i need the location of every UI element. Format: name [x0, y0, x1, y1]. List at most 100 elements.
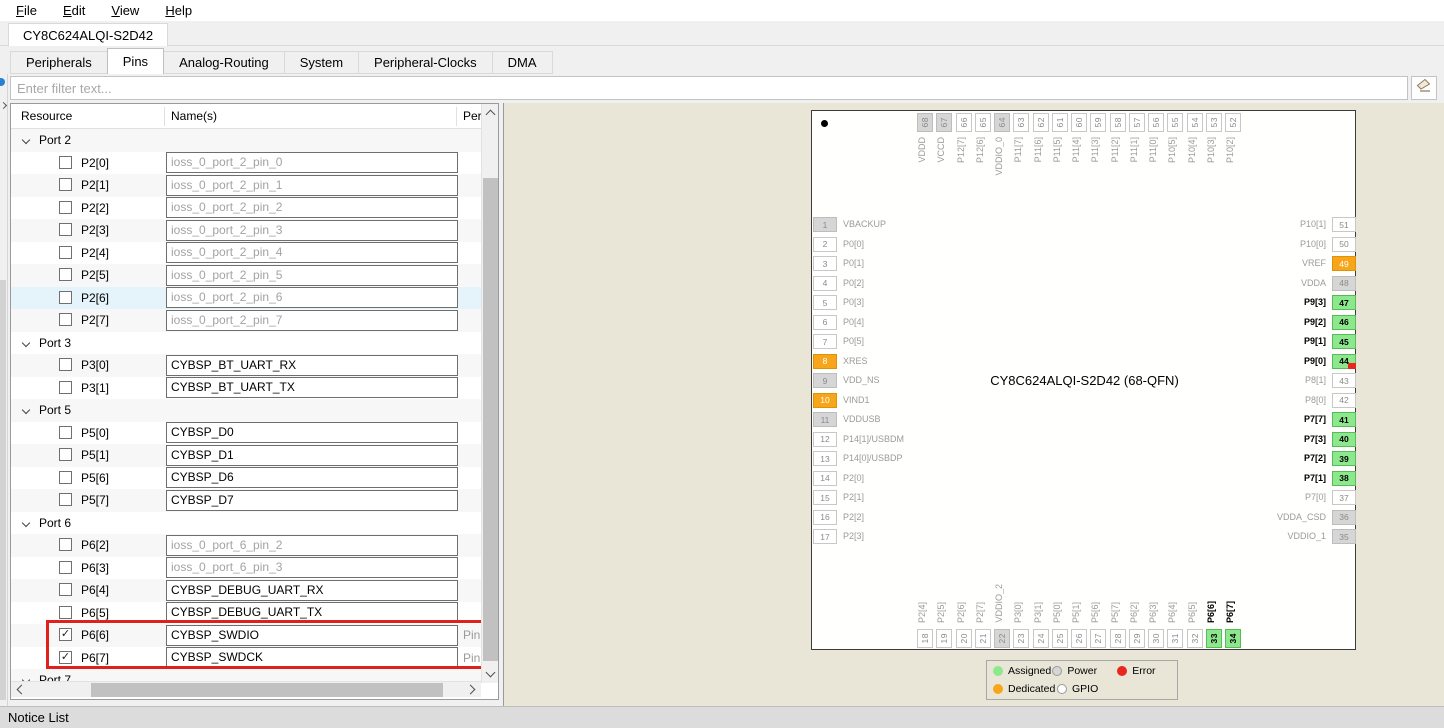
pin-41-box[interactable]: 41: [1332, 412, 1356, 427]
pin-27-box[interactable]: 27: [1090, 629, 1106, 648]
table-row[interactable]: P6[4]CYBSP_DEBUG_UART_RX: [11, 579, 481, 602]
pin-16-box[interactable]: 16: [813, 510, 837, 525]
group-row[interactable]: Port 3: [11, 332, 481, 355]
left-splitter-thumb[interactable]: [0, 280, 6, 700]
table-row[interactable]: P2[1]ioss_0_port_2_pin_1: [11, 174, 481, 197]
pin-checkbox[interactable]: [59, 313, 72, 326]
pin-checkbox[interactable]: [59, 381, 72, 394]
pin-checkbox[interactable]: [59, 201, 72, 214]
pin-33-box[interactable]: 33: [1206, 629, 1222, 648]
pin-64-box[interactable]: 64: [994, 113, 1010, 132]
pin-50-box[interactable]: 50: [1332, 237, 1356, 252]
pin-59-box[interactable]: 59: [1090, 113, 1106, 132]
pin-48-box[interactable]: 48: [1332, 276, 1356, 291]
pin-name-input[interactable]: ioss_0_port_2_pin_0: [166, 152, 458, 173]
pin-65-box[interactable]: 65: [975, 113, 991, 132]
pin-68-box[interactable]: 68: [917, 113, 933, 132]
pin-3-box[interactable]: 3: [813, 256, 837, 271]
pin-15-box[interactable]: 15: [813, 490, 837, 505]
pin-43-box[interactable]: 43: [1332, 373, 1356, 388]
pin-19-box[interactable]: 19: [936, 629, 952, 648]
scroll-down-icon[interactable]: [486, 668, 496, 678]
chevron-down-icon[interactable]: [22, 338, 30, 346]
table-row[interactable]: P2[2]ioss_0_port_2_pin_2: [11, 197, 481, 220]
pin-32-box[interactable]: 32: [1187, 629, 1203, 648]
pin-37-box[interactable]: 37: [1332, 490, 1356, 505]
pin-name-input[interactable]: CYBSP_BT_UART_RX: [166, 355, 458, 376]
pin-7-box[interactable]: 7: [813, 334, 837, 349]
pin-10-box[interactable]: 10: [813, 393, 837, 408]
pin-2-box[interactable]: 2: [813, 237, 837, 252]
pin-name-input[interactable]: ioss_0_port_6_pin_2: [166, 535, 458, 556]
pin-11-box[interactable]: 11: [813, 412, 837, 427]
pin-name-input[interactable]: CYBSP_D7: [166, 490, 458, 511]
pin-49-box[interactable]: 49: [1332, 256, 1356, 271]
pin-13-box[interactable]: 13: [813, 451, 837, 466]
pin-25-box[interactable]: 25: [1052, 629, 1068, 648]
horizontal-scrollbar-thumb[interactable]: [91, 683, 443, 697]
pin-checkbox[interactable]: [59, 583, 72, 596]
table-row[interactable]: ✓P6[7]CYBSP_SWDCKPin: [11, 647, 481, 670]
chevron-down-icon[interactable]: [22, 518, 30, 526]
pin-name-input[interactable]: ioss_0_port_2_pin_2: [166, 197, 458, 218]
pin-checkbox[interactable]: [59, 156, 72, 169]
column-header-resource[interactable]: Resource: [21, 109, 72, 123]
pin-name-input[interactable]: ioss_0_port_2_pin_5: [166, 265, 458, 286]
pin-22-box[interactable]: 22: [994, 629, 1010, 648]
menu-view[interactable]: View: [111, 3, 139, 18]
pin-18-box[interactable]: 18: [917, 629, 933, 648]
vertical-scrollbar-thumb[interactable]: [483, 178, 498, 661]
chevron-down-icon[interactable]: [22, 406, 30, 414]
pin-66-box[interactable]: 66: [956, 113, 972, 132]
table-horizontal-scrollbar[interactable]: [11, 681, 481, 697]
pin-name-input[interactable]: ioss_0_port_2_pin_1: [166, 175, 458, 196]
pin-40-box[interactable]: 40: [1332, 432, 1356, 447]
column-header-per[interactable]: Per: [463, 109, 482, 123]
table-row[interactable]: ✓P6[6]CYBSP_SWDIOPin: [11, 624, 481, 647]
pin-53-box[interactable]: 53: [1206, 113, 1222, 132]
pin-61-box[interactable]: 61: [1052, 113, 1068, 132]
table-row[interactable]: P5[0]CYBSP_D0: [11, 422, 481, 445]
pin-checkbox[interactable]: [59, 448, 72, 461]
pin-checkbox[interactable]: [59, 268, 72, 281]
tab-peripherals[interactable]: Peripherals: [10, 51, 108, 74]
group-row[interactable]: Port 2: [11, 129, 481, 152]
device-tab[interactable]: CY8C624ALQI-S2D42: [8, 23, 168, 46]
pin-45-box[interactable]: 45: [1332, 334, 1356, 349]
pin-38-box[interactable]: 38: [1332, 471, 1356, 486]
pin-44-box[interactable]: 44: [1332, 354, 1356, 369]
pin-63-box[interactable]: 63: [1013, 113, 1029, 132]
pin-name-input[interactable]: ioss_0_port_2_pin_4: [166, 242, 458, 263]
pin-28-box[interactable]: 28: [1110, 629, 1126, 648]
pin-54-box[interactable]: 54: [1187, 113, 1203, 132]
pin-checkbox[interactable]: ✓: [59, 628, 72, 641]
pin-name-input[interactable]: CYBSP_SWDIO: [166, 625, 458, 646]
pin-name-input[interactable]: ioss_0_port_6_pin_3: [166, 557, 458, 578]
table-row[interactable]: P6[3]ioss_0_port_6_pin_3: [11, 557, 481, 580]
table-row[interactable]: P5[7]CYBSP_D7: [11, 489, 481, 512]
pin-6-box[interactable]: 6: [813, 315, 837, 330]
pin-57-box[interactable]: 57: [1129, 113, 1145, 132]
pin-4-box[interactable]: 4: [813, 276, 837, 291]
scroll-left-icon[interactable]: [17, 685, 27, 695]
pin-34-box[interactable]: 34: [1225, 629, 1241, 648]
pin-35-box[interactable]: 35: [1332, 529, 1356, 544]
pin-36-box[interactable]: 36: [1332, 510, 1356, 525]
notice-list-header[interactable]: Notice List: [0, 706, 1444, 728]
filter-input[interactable]: [10, 76, 1408, 100]
pin-24-box[interactable]: 24: [1033, 629, 1049, 648]
pin-name-input[interactable]: ioss_0_port_2_pin_7: [166, 310, 458, 331]
group-row[interactable]: Port 5: [11, 399, 481, 422]
pin-name-input[interactable]: CYBSP_SWDCK: [166, 647, 458, 668]
scroll-right-icon[interactable]: [466, 685, 476, 695]
pin-12-box[interactable]: 12: [813, 432, 837, 447]
pin-17-box[interactable]: 17: [813, 529, 837, 544]
pin-9-box[interactable]: 9: [813, 373, 837, 388]
pin-checkbox[interactable]: [59, 538, 72, 551]
pin-checkbox[interactable]: [59, 561, 72, 574]
pin-31-box[interactable]: 31: [1167, 629, 1183, 648]
table-row[interactable]: P2[3]ioss_0_port_2_pin_3: [11, 219, 481, 242]
pin-name-input[interactable]: CYBSP_BT_UART_TX: [166, 377, 458, 398]
pin-39-box[interactable]: 39: [1332, 451, 1356, 466]
pin-67-box[interactable]: 67: [936, 113, 952, 132]
